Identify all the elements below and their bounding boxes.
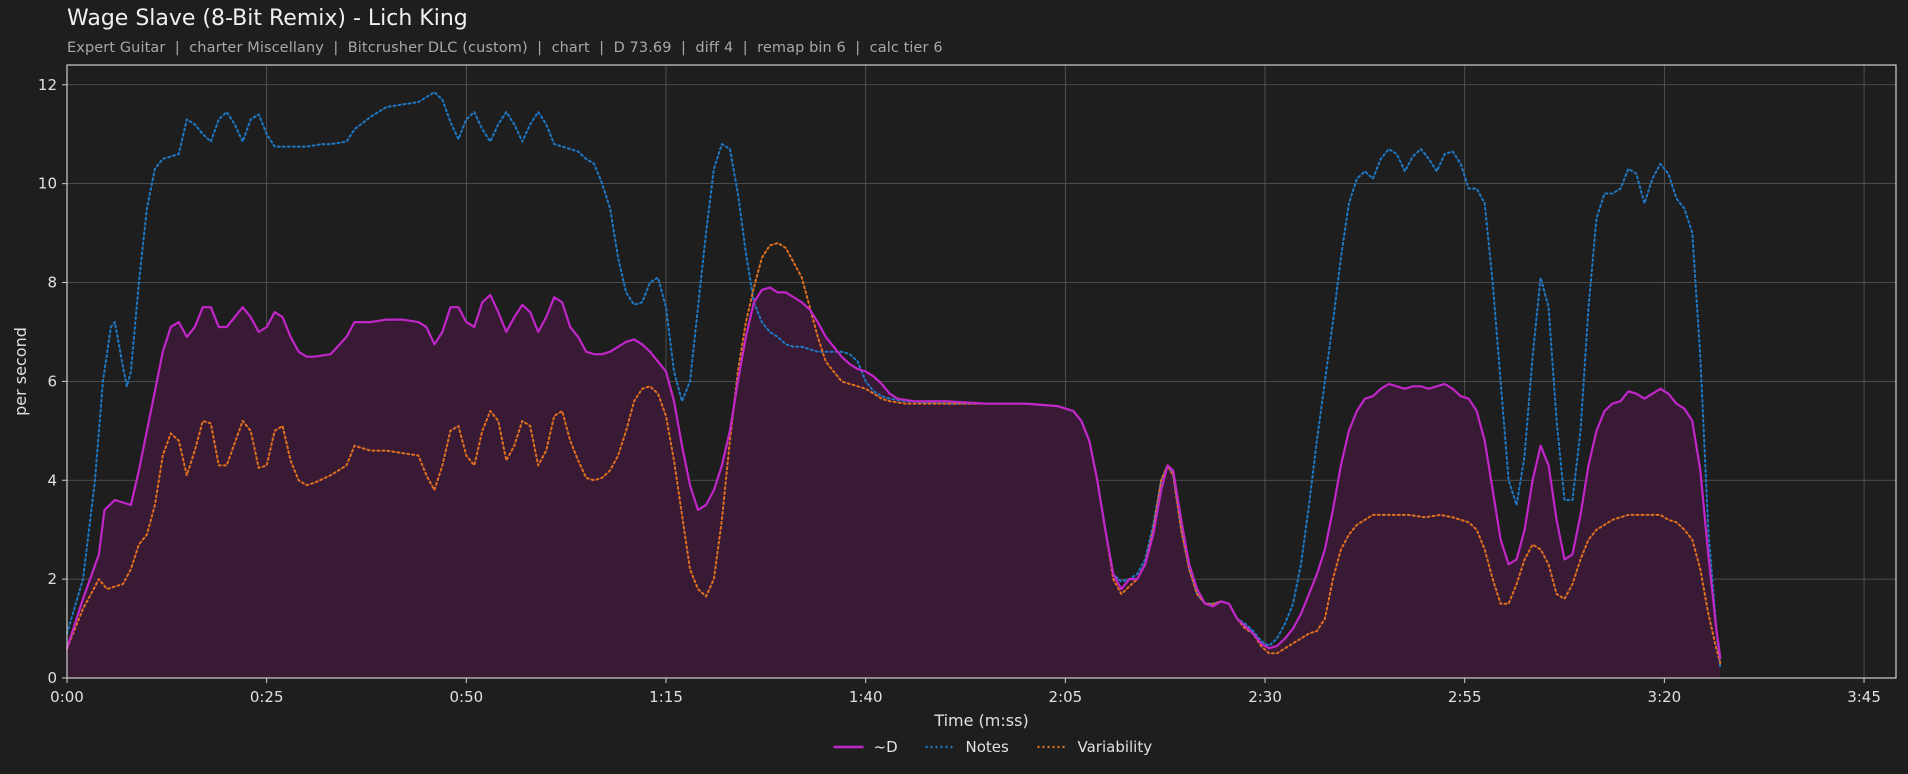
y-tick-label: 8: [47, 274, 57, 292]
legend-label: ~D: [874, 738, 898, 756]
chart-page: Wage Slave (8-Bit Remix) - Lich King Exp…: [0, 0, 1908, 774]
x-axis-label: Time (m:ss): [933, 711, 1028, 730]
x-tick-label: 0:25: [250, 688, 284, 706]
y-tick-label: 0: [47, 669, 57, 687]
x-tick-label: 0:50: [450, 688, 484, 706]
y-tick-label: 10: [38, 175, 57, 193]
y-tick-label: 4: [47, 471, 57, 489]
y-tick-label: 12: [38, 76, 57, 94]
x-tick-label: 2:55: [1448, 688, 1482, 706]
series-layer: [65, 91, 1722, 678]
legend-label: Notes: [966, 738, 1010, 756]
legend-label: Variability: [1078, 738, 1153, 756]
x-tick-label: 3:20: [1648, 688, 1682, 706]
y-tick-label: 2: [47, 570, 57, 588]
y-tick-label: 6: [47, 372, 57, 390]
x-tick-label: 1:40: [849, 688, 883, 706]
x-tick-label: 2:05: [1049, 688, 1083, 706]
y-axis-label: per second: [11, 327, 30, 416]
legend: ~D Notes Variability: [833, 738, 1153, 756]
x-tick-label: 3:45: [1847, 688, 1881, 706]
x-tick-label: 1:15: [649, 688, 683, 706]
x-tick-label: 2:30: [1248, 688, 1282, 706]
x-tick-label: 0:00: [50, 688, 84, 706]
chart-svg: 0:00 0:25 0:50 1:15 1:40 2:05 2:30 2:55 3:20 3:45…: [11, 64, 1897, 756]
